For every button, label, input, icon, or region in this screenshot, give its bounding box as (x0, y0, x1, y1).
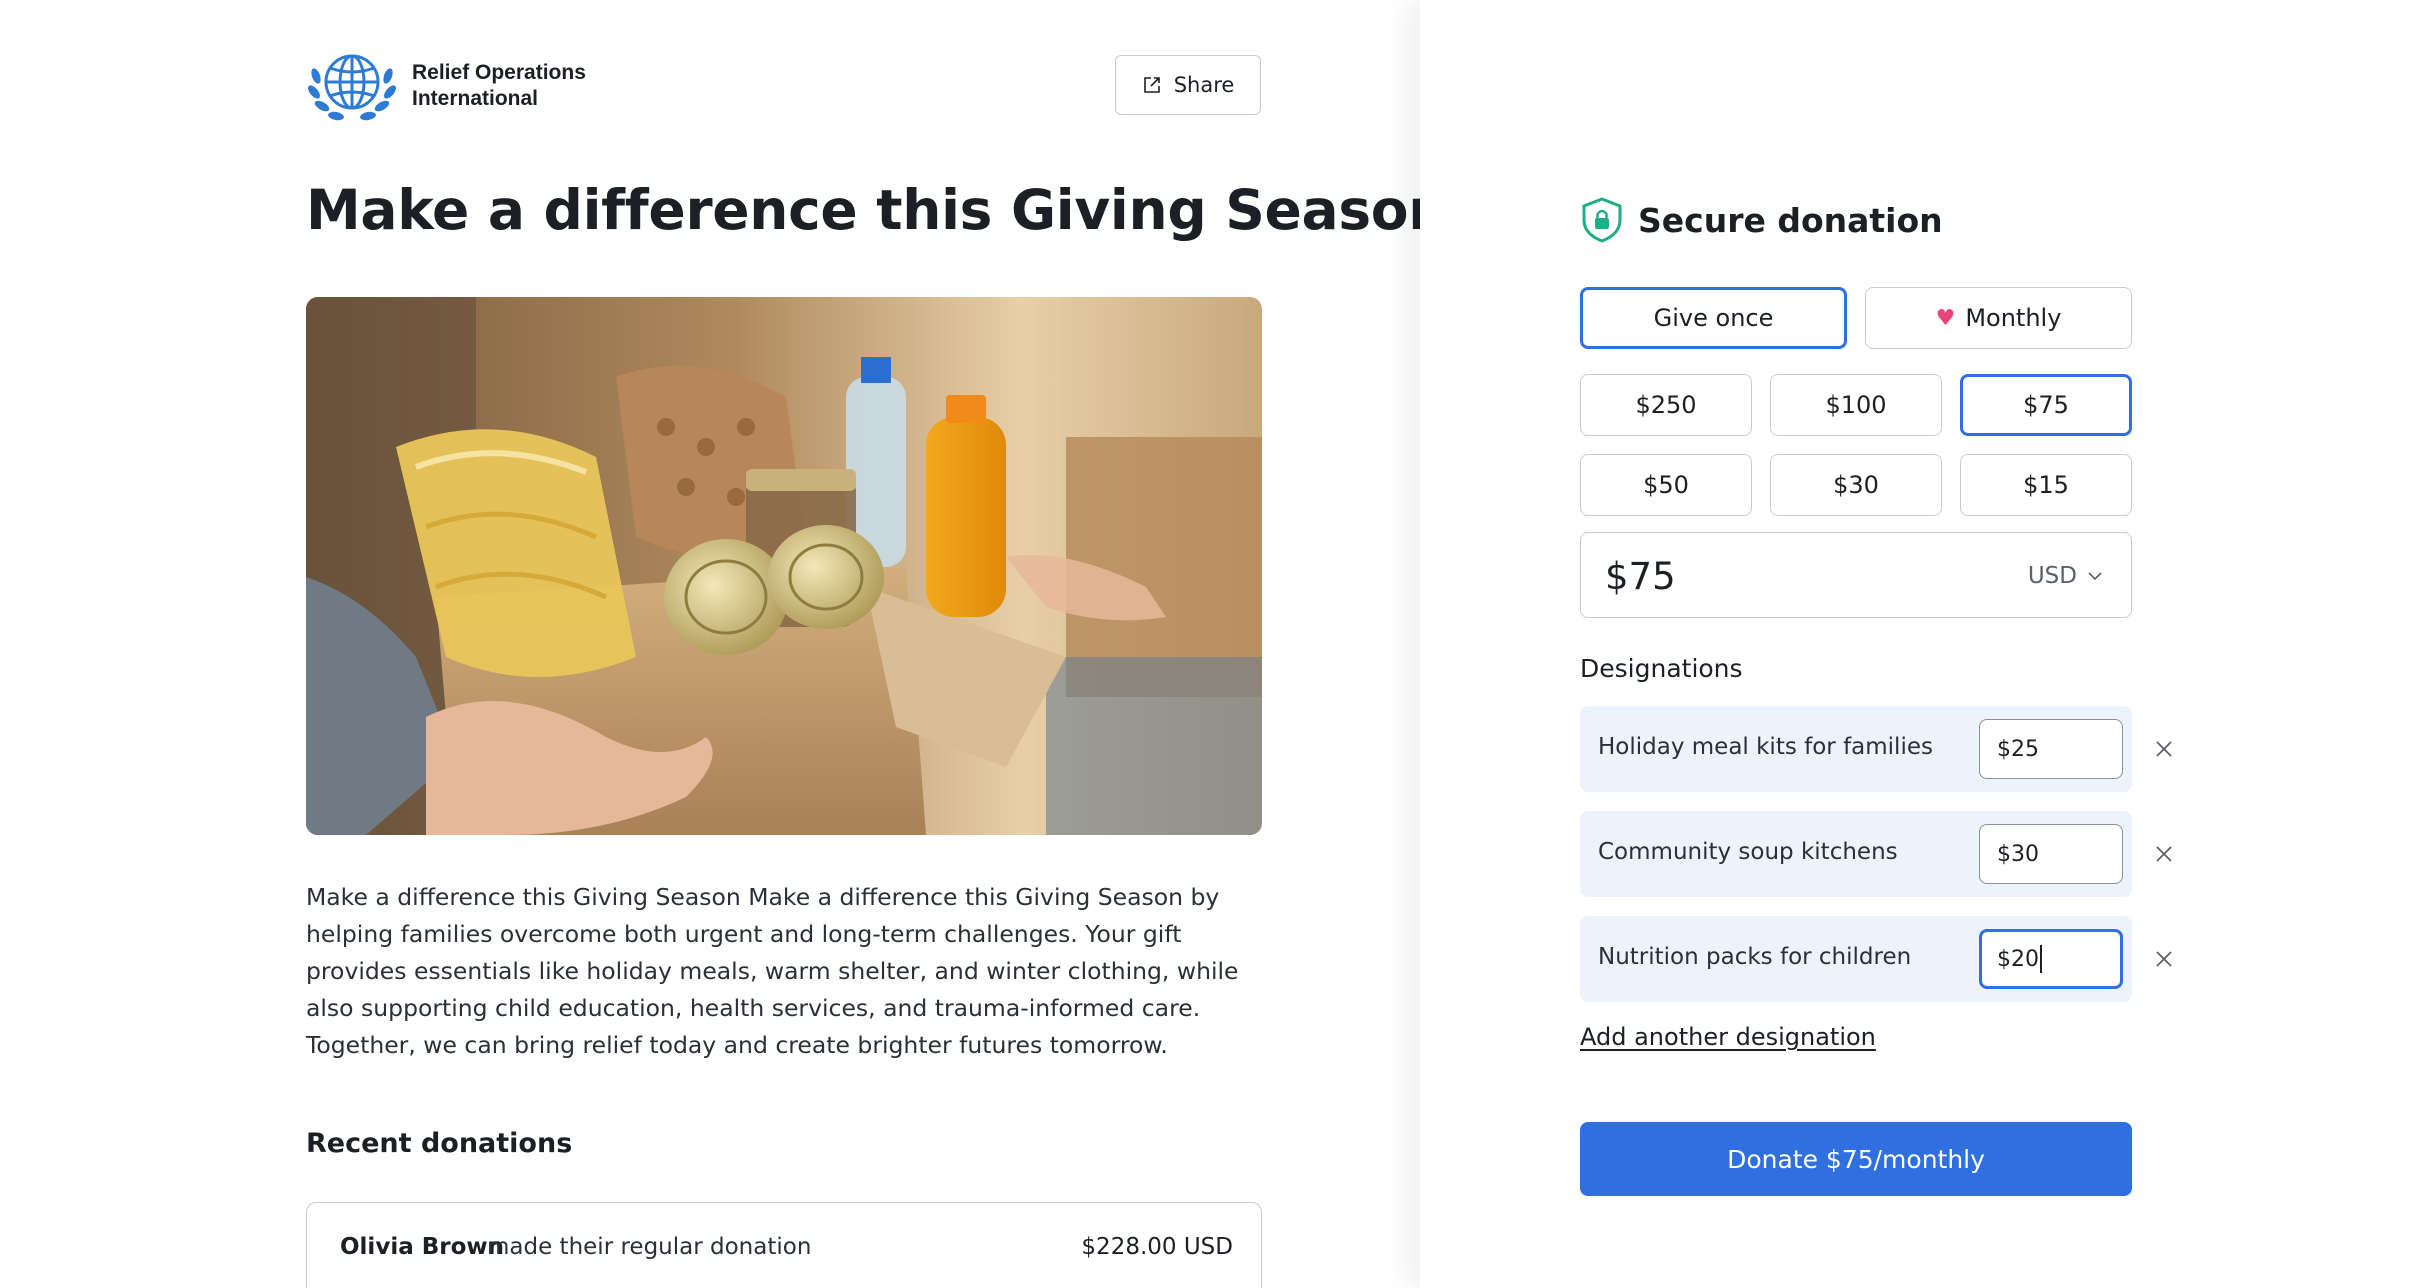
shield-lock-icon (1582, 197, 1622, 243)
hero-image (306, 297, 1262, 835)
amount-button-15[interactable]: $15 (1960, 454, 2132, 516)
designation-amount-value: $30 (1997, 841, 2039, 867)
close-icon (2156, 846, 2172, 862)
amount-input[interactable]: $75 USD (1580, 532, 2132, 618)
give-once-label: Give once (1653, 304, 1774, 332)
designation-name: Community soup kitchens (1598, 839, 1898, 865)
donation-panel: Secure donation Give once ♥ Monthly $250… (1420, 0, 2432, 1288)
designation-amount-value: $20 (1997, 946, 2039, 972)
designation-name: Holiday meal kits for families (1598, 734, 1933, 760)
close-icon (2156, 951, 2172, 967)
designation-row: Nutrition packs for children $20 (1580, 916, 2132, 1002)
remove-designation-button[interactable] (2150, 840, 2178, 868)
secure-donation-title: Secure donation (1638, 200, 1943, 240)
food-donation-box-photo (306, 297, 1262, 835)
monthly-button[interactable]: ♥ Monthly (1865, 287, 2132, 349)
chevron-down-icon (2088, 572, 2102, 581)
amount-button-50[interactable]: $50 (1580, 454, 1752, 516)
give-once-button[interactable]: Give once (1580, 287, 1847, 349)
secure-donation-header: Secure donation (1580, 196, 1943, 244)
designation-amount-input[interactable]: $30 (1979, 824, 2123, 884)
share-button[interactable]: Share (1115, 55, 1261, 115)
designation-amount-input[interactable]: $25 (1979, 719, 2123, 779)
campaign-column: Relief Operations International Share Ma… (0, 0, 1447, 1288)
close-icon (2156, 741, 2172, 757)
donor-name: Olivia Brown (340, 1234, 505, 1260)
designation-row: Community soup kitchens $30 (1580, 811, 2132, 897)
designation-amount-value: $25 (1997, 736, 2039, 762)
globe-laurel-icon (308, 54, 396, 121)
add-designation-link[interactable]: Add another designation (1580, 1023, 1876, 1051)
donation-amount: $228.00 USD (1081, 1234, 1233, 1260)
monthly-label: Monthly (1965, 304, 2062, 332)
designation-amount-input[interactable]: $20 (1979, 929, 2123, 989)
designation-row: Holiday meal kits for families $25 (1580, 706, 2132, 792)
amount-button-30[interactable]: $30 (1770, 454, 1942, 516)
donor-action: made their regular donation (487, 1234, 812, 1260)
donate-button[interactable]: Donate $75/monthly (1580, 1122, 2132, 1196)
share-label: Share (1173, 73, 1235, 97)
donation-item: Olivia Brown made their regular donation… (306, 1202, 1262, 1288)
org-brand[interactable]: Relief Operations International (306, 46, 612, 126)
heart-icon: ♥ (1935, 305, 1956, 331)
amount-button-250[interactable]: $250 (1580, 374, 1752, 436)
recent-donations-title: Recent donations (306, 1128, 573, 1159)
org-name: Relief Operations International (412, 60, 612, 112)
share-icon (1143, 77, 1160, 93)
org-name-line1: Relief Operations (412, 61, 586, 84)
text-caret (2040, 945, 2042, 973)
org-name-line2: International (412, 87, 539, 110)
remove-designation-button[interactable] (2150, 945, 2178, 973)
amount-button-75[interactable]: $75 (1960, 374, 2132, 436)
designation-name: Nutrition packs for children (1598, 944, 1912, 970)
page-title: Make a difference this Giving Season (306, 178, 1448, 242)
campaign-description: Make a difference this Giving Season Mak… (306, 883, 1239, 1059)
currency-select[interactable]: USD (2028, 563, 2103, 589)
designations-label: Designations (1580, 654, 1743, 683)
currency-label: USD (2027, 563, 2077, 589)
remove-designation-button[interactable] (2150, 735, 2178, 763)
amount-button-100[interactable]: $100 (1770, 374, 1942, 436)
amount-value: $75 (1605, 555, 1676, 598)
